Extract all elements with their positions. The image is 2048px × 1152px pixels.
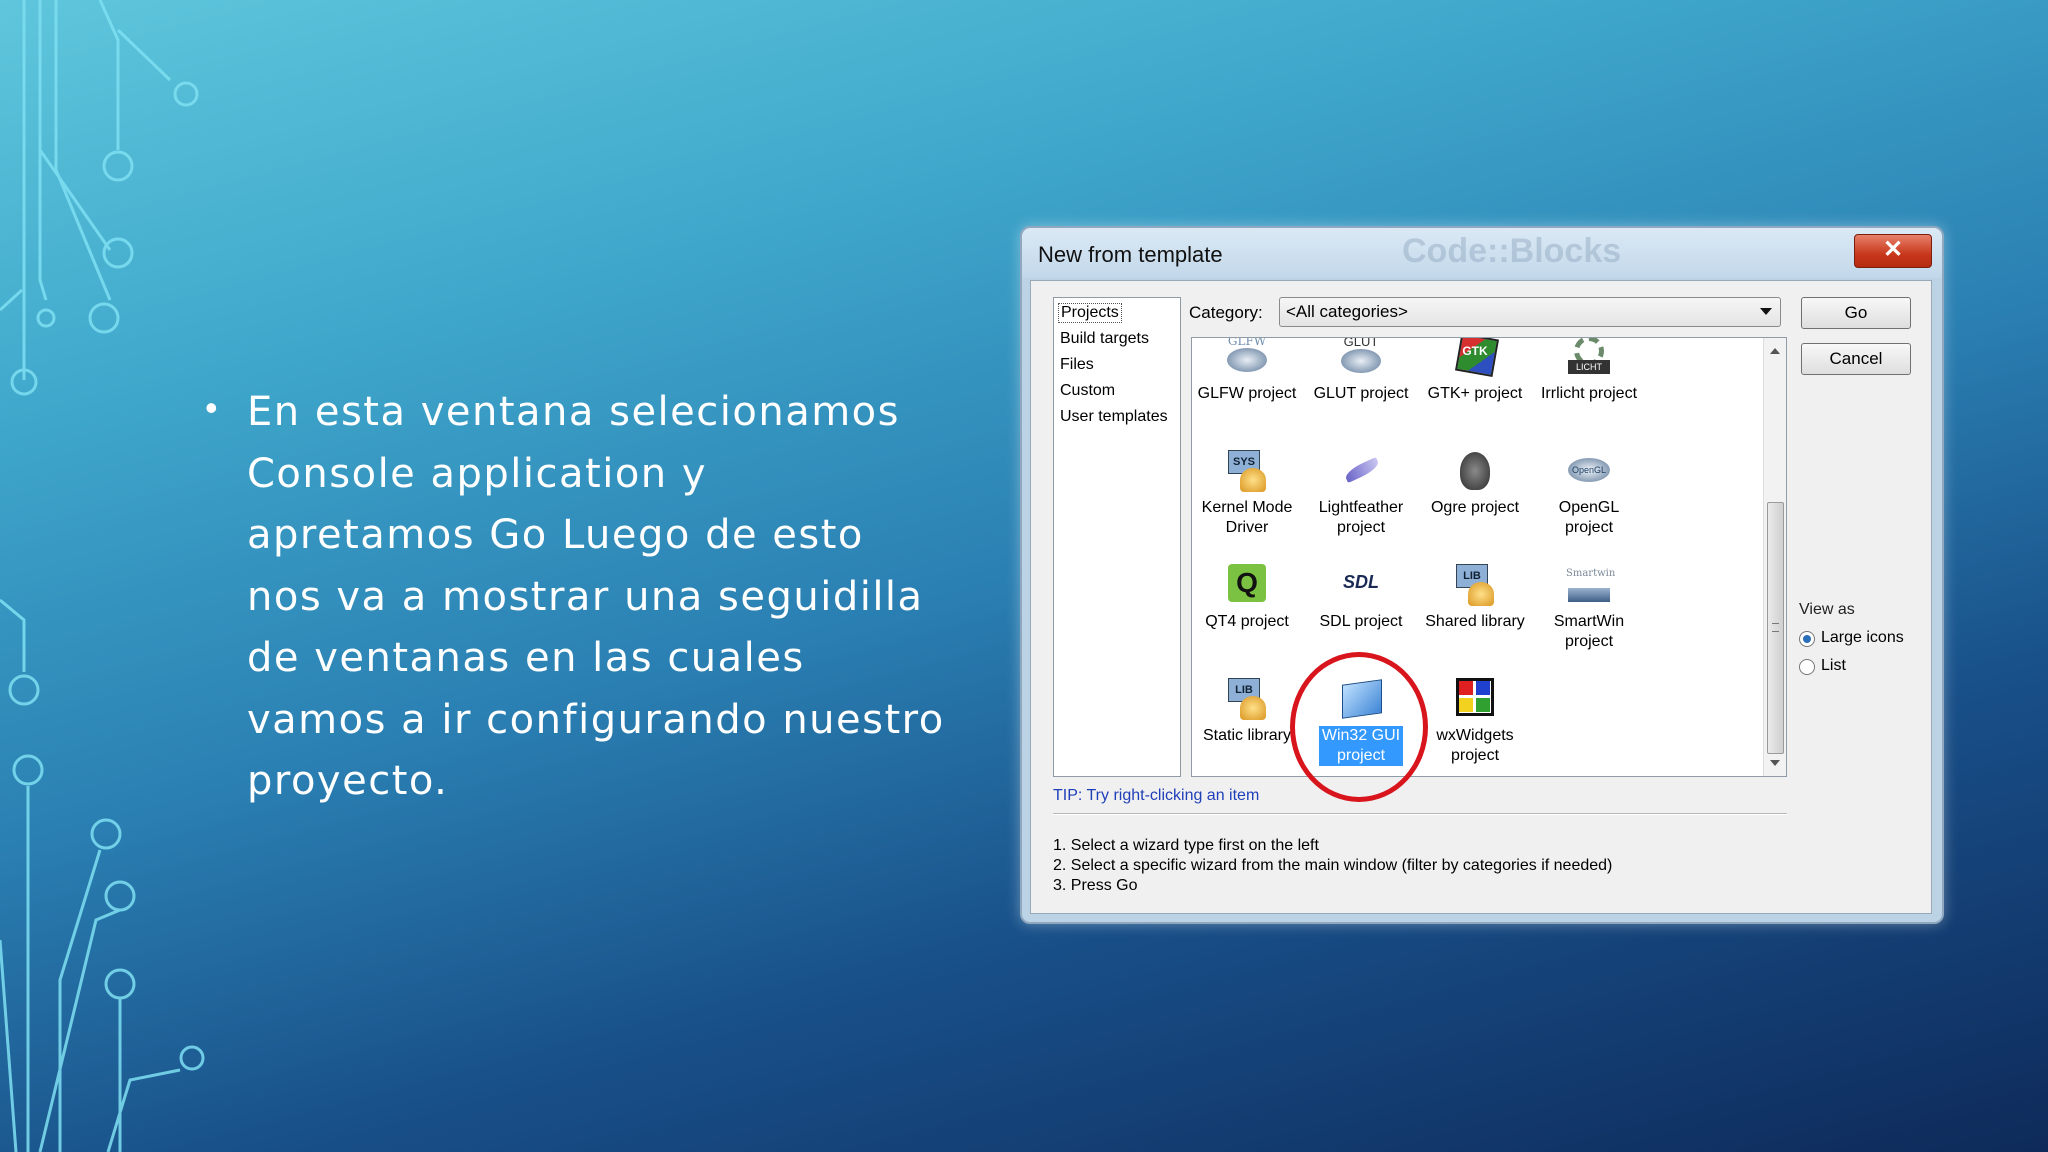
scroll-thumb[interactable] [1767,502,1784,754]
template-sdl-project[interactable]: SDL SDL project [1306,562,1416,632]
instruction-2: 2. Select a specific wizard from the mai… [1053,857,1613,874]
left-item-build-targets[interactable]: Build targets [1060,330,1149,348]
cancel-button[interactable]: Cancel [1801,343,1911,375]
glut-icon: GLUT [1338,338,1384,380]
lightfeather-icon [1338,448,1384,494]
template-shared-library[interactable]: LIB Shared library [1420,562,1530,632]
bullet-text: En esta ventana selecionamos Console app… [247,389,945,804]
category-label: Category: [1189,303,1263,322]
dialog-title: New from template [1038,242,1223,267]
ogre-icon [1452,448,1498,494]
radio-list-label[interactable]: List [1821,657,1846,675]
template-smartwin-project[interactable]: Smartwin SmartWin project [1534,562,1644,652]
close-button[interactable]: ✕ [1854,234,1932,268]
instruction-3: 3. Press Go [1053,877,1138,894]
instruction-1: 1. Select a wizard type first on the lef… [1053,837,1319,854]
bullet-icon: • [205,387,218,428]
new-from-template-dialog: New from template Code::Blocks ✕ Project… [1020,226,1944,924]
left-item-projects[interactable]: Projects [1058,303,1122,323]
category-select[interactable]: <All categories> [1279,297,1781,327]
template-static-library[interactable]: LIB Static library [1192,676,1302,746]
left-item-files[interactable]: Files [1060,356,1094,374]
radio-large-icons[interactable] [1799,631,1815,647]
view-as-title: View as [1799,601,1855,618]
left-item-user-templates[interactable]: User templates [1060,408,1168,426]
scroll-up-arrow-icon[interactable] [1770,348,1780,354]
wxwidgets-icon [1452,676,1498,722]
category-value: <All categories> [1286,302,1408,321]
shared-library-icon: LIB [1452,562,1498,608]
chevron-down-icon [1760,308,1772,315]
qt4-icon: Q [1224,562,1270,608]
left-item-custom[interactable]: Custom [1060,382,1115,400]
titlebar-background-logo: Code::Blocks [1402,232,1622,270]
template-lightfeather-project[interactable]: Lightfeather project [1306,448,1416,538]
template-gtk-project[interactable]: GTK GTK+ project [1420,338,1530,404]
irrlicht-icon: LICHT [1566,338,1612,380]
kernel-driver-icon: SYS [1224,448,1270,494]
template-glfw-project[interactable]: GLFW GLFW project [1192,338,1302,404]
template-irrlicht-project[interactable]: LICHT Irrlicht project [1534,338,1644,404]
template-ogre-project[interactable]: Ogre project [1420,448,1530,518]
template-opengl-project[interactable]: OpenGL OpenGL project [1534,448,1644,538]
radio-list[interactable] [1799,659,1815,675]
circuit-decoration [0,0,205,1152]
templates-scrollbar[interactable] [1763,338,1786,776]
template-glut-project[interactable]: GLUT GLUT project [1306,338,1416,404]
close-icon: ✕ [1882,236,1904,263]
view-as-group: View as Large icons List [1799,601,1919,711]
scroll-down-arrow-icon[interactable] [1770,760,1780,766]
sdl-icon: SDL [1343,572,1379,592]
static-library-icon: LIB [1224,676,1270,722]
highlight-circle [1290,652,1428,802]
tip-text: TIP: Try right-clicking an item [1053,787,1260,804]
divider [1053,813,1787,815]
dialog-titlebar[interactable]: New from template Code::Blocks ✕ [1022,228,1942,278]
smartwin-icon: Smartwin [1566,562,1615,608]
template-qt4-project[interactable]: Q QT4 project [1192,562,1302,632]
opengl-icon: OpenGL [1566,448,1612,494]
radio-large-icons-label[interactable]: Large icons [1821,629,1904,647]
go-button[interactable]: Go [1801,297,1911,329]
dialog-client: Projects Build targets Files Custom User… [1030,280,1932,914]
wizard-type-list[interactable]: Projects Build targets Files Custom User… [1053,297,1181,777]
template-wxwidgets-project[interactable]: wxWidgets project [1420,676,1530,766]
template-kernel-mode-driver[interactable]: SYS Kernel Mode Driver [1192,448,1302,538]
gtk-icon: GTK [1452,338,1500,380]
glfw-icon: GLFW [1224,338,1270,380]
templates-grid: GLFW GLFW project GLUT GLUT project GTK … [1191,337,1787,777]
